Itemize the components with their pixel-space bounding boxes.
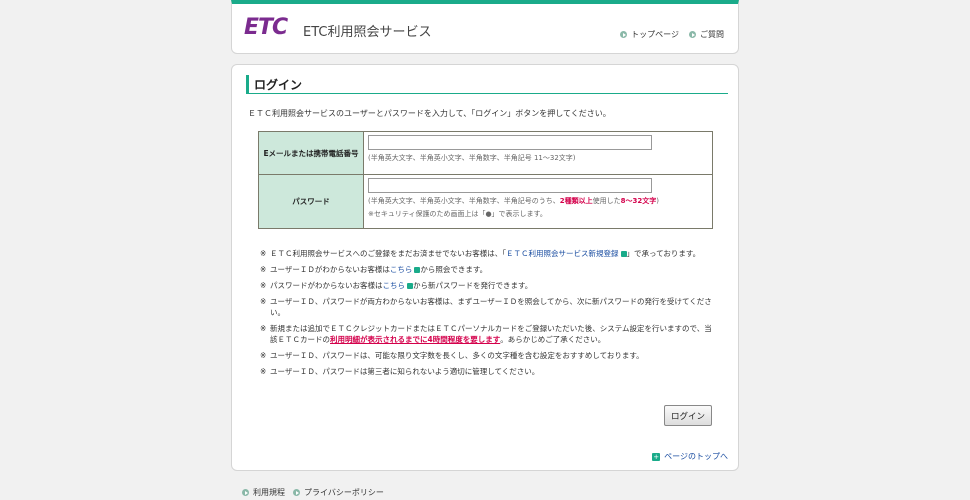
password-hint-emphasis: 8～32文字 (620, 197, 657, 205)
note-item: ※ パスワードがわからないお客様はこちら から新パスワードを発行できます。 (260, 280, 715, 291)
terms-link-label: 利用規程 (253, 488, 285, 497)
login-panel: ログイン ＥＴＣ利用照会サービスのユーザーとパスワードを入力して、「ログイン」ボ… (231, 64, 739, 471)
privacy-link-label: プライバシーポリシー (304, 488, 384, 497)
page-top-link[interactable]: + ページのトップへ (652, 451, 728, 462)
note-text: ユーザーＩＤ、パスワードは第三者に知られないよう適切に管理してください。 (270, 367, 540, 376)
plus-icon: + (652, 452, 661, 461)
note-item: ※ ユーザーＩＤ、パスワードは第三者に知られないよう適切に管理してください。 (260, 366, 715, 377)
arrow-right-icon (620, 31, 628, 38)
note-text: 。あらかじめご了承ください。 (500, 335, 606, 344)
login-button[interactable]: ログイン (664, 405, 712, 426)
user-id-lookup-link[interactable]: こちら (390, 265, 413, 274)
note-warning: 利用明細が表示されるまでに4時間程度を要します (330, 335, 501, 344)
password-input[interactable] (368, 178, 652, 193)
note-text: ＥＴＣ利用照会サービスへのご登録をまだお済ませでないお客様は、「 (270, 249, 507, 258)
faq-link-label: ご質問 (700, 30, 724, 39)
page-title: ログイン (254, 78, 303, 92)
note-mark: ※ (260, 281, 267, 290)
login-form: Eメールまたは携帯電話番号 (半角英大文字、半角英小文字、半角数字、半角記号 1… (258, 131, 713, 229)
privacy-link[interactable]: プライバシーポリシー (293, 487, 384, 498)
password-hint-part: ) (656, 197, 659, 205)
note-mark: ※ (260, 367, 267, 376)
note-item: ※ ユーザーＩＤ、パスワードは、可能な限り文字数を長くし、多くの文字種を含む設定… (260, 350, 715, 361)
password-hint: (半角英大文字、半角英小文字、半角数字、半角記号のうち、2種類以上使用した8～3… (368, 196, 708, 206)
footer-links: 利用規程 プライバシーポリシー (242, 487, 384, 498)
note-item: ※ 新規または追加でＥＴＣクレジットカードまたはＥＴＣパーソナルカードをご登録い… (260, 323, 715, 345)
intro-text: ＥＴＣ利用照会サービスのユーザーとパスワードを入力して、「ログイン」ボタンを押し… (248, 109, 611, 118)
note-item: ※ ユーザーＩＤ、パスワードが両方わからないお客様は、まずユーザーＩＤを照会して… (260, 296, 715, 318)
terms-link[interactable]: 利用規程 (242, 487, 285, 498)
user-id-hint: (半角英大文字、半角英小文字、半角数字、半角記号 11～32文字) (368, 154, 576, 162)
register-link[interactable]: ＥＴＣ利用照会サービス新規登録 (506, 249, 619, 258)
note-item: ※ ユーザーＩＤがわからないお客様はこちら から照会できます。 (260, 264, 715, 275)
note-mark: ※ (260, 297, 267, 306)
top-page-link[interactable]: トップページ (620, 29, 679, 40)
user-id-input[interactable] (368, 135, 652, 150)
note-mark: ※ (260, 324, 267, 333)
password-hint-part: 使用した (592, 197, 621, 205)
page-top-label: ページのトップへ (664, 452, 728, 461)
password-hint-emphasis: 2種類以上 (559, 197, 593, 205)
site-header: ETC ETC利用照会サービス トップページ ご質問 (231, 0, 739, 54)
note-text: 」で承っております。 (626, 249, 701, 258)
app-title: ETC利用照会サービス (303, 25, 432, 40)
note-text: ユーザーＩＤ、パスワードは、可能な限り文字数を長くし、多くの文字種を含む設定をお… (270, 351, 644, 360)
password-label: パスワード (258, 174, 364, 229)
top-page-link-label: トップページ (631, 30, 679, 39)
password-reset-link[interactable]: こちら (383, 281, 406, 290)
note-text: パスワードがわからないお客様は (270, 281, 383, 290)
note-mark: ※ (260, 249, 267, 258)
password-hint-part: (半角英大文字、半角英小文字、半角数字、半角記号のうち、 (368, 197, 560, 205)
note-text: ユーザーＩＤ、パスワードが両方わからないお客様は、まずユーザーＩＤを照会してから… (270, 297, 712, 317)
password-mask-note: ※セキュリティ保護のため画面上は「●」で表示します。 (368, 210, 547, 218)
user-id-label: Eメールまたは携帯電話番号 (258, 131, 364, 175)
faq-link[interactable]: ご質問 (689, 29, 724, 40)
note-mark: ※ (260, 265, 267, 274)
note-text: から照会できます。 (420, 265, 488, 274)
header-links: トップページ ご質問 (620, 29, 724, 40)
title-bar: ログイン (246, 75, 728, 94)
note-text: ユーザーＩＤがわからないお客様は (270, 265, 390, 274)
note-mark: ※ (260, 351, 267, 360)
arrow-right-icon (242, 489, 249, 496)
note-text: から新パスワードを発行できます。 (413, 281, 533, 290)
note-item: ※ ＥＴＣ利用照会サービスへのご登録をまだお済ませでないお客様は、「ＥＴＣ利用照… (260, 248, 715, 259)
arrow-right-icon (293, 489, 300, 496)
notes-list: ※ ＥＴＣ利用照会サービスへのご登録をまだお済ませでないお客様は、「ＥＴＣ利用照… (260, 248, 715, 382)
etc-logo[interactable]: ETC (244, 15, 288, 40)
arrow-right-icon (689, 31, 696, 38)
